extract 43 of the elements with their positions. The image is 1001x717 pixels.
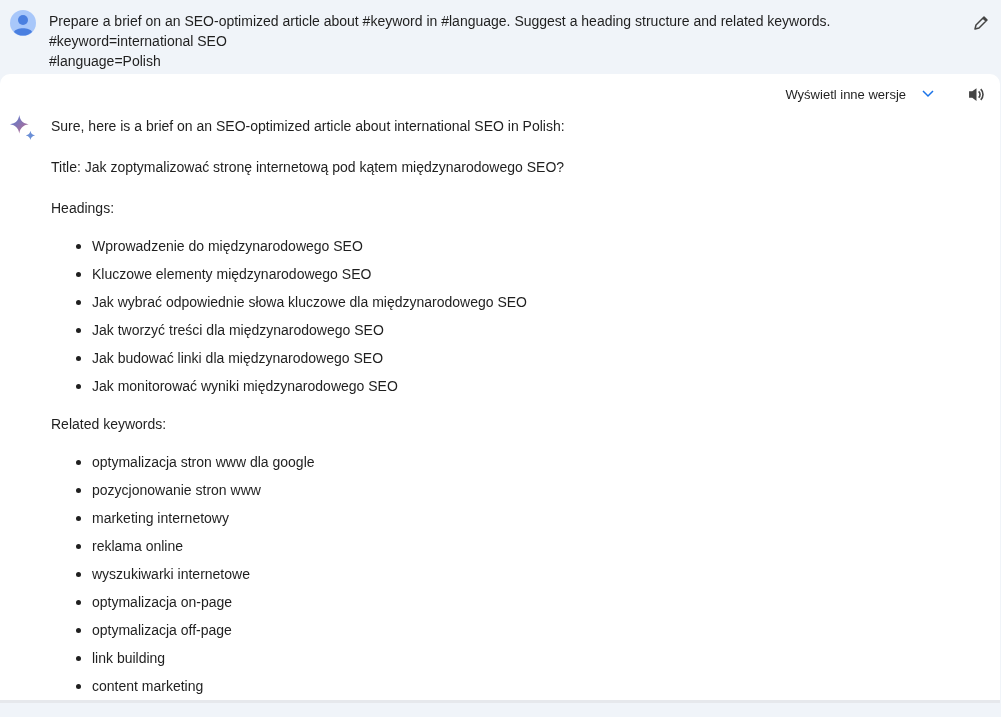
speaker-icon[interactable] <box>968 85 985 103</box>
bullet-icon <box>76 627 81 633</box>
bullet-icon <box>76 571 81 577</box>
bullet-icon <box>76 599 81 605</box>
edit-icon[interactable] <box>973 15 989 31</box>
list-item: content marketing <box>92 678 204 694</box>
list-item: wyszukiwarki internetowe <box>92 566 250 582</box>
list-item: pozycjonowanie stron www <box>92 482 261 498</box>
list-item: optymalizacja off-page <box>92 622 232 638</box>
list-item: Jak wybrać odpowiednie słowa kluczowe dla międzynarodowego SEO <box>92 294 527 310</box>
bullet-icon <box>76 299 81 305</box>
list-item: optymalizacja on-page <box>92 594 233 610</box>
caret-icon <box>922 90 934 98</box>
list-item: Wprowadzenie do międzynarodowego SEO <box>92 238 363 254</box>
prompt-text: #language=Polish <box>49 52 162 71</box>
response-text: Sure, here is a brief on an SEO-optimized article about international SEO in Polish: <box>51 117 566 136</box>
list-item: marketing internetowy <box>92 510 229 526</box>
list-item: Kluczowe elementy międzynarodowego SEO <box>92 266 372 282</box>
section-heading: Headings: <box>51 199 116 218</box>
bullet-icon <box>76 487 81 493</box>
list-item: reklama online <box>92 538 184 554</box>
list-item: link building <box>92 650 166 666</box>
bullet-icon <box>76 355 81 361</box>
bullet-icon <box>76 459 81 465</box>
prompt-text: #keyword=international SEO <box>49 32 228 51</box>
bullet-icon <box>76 327 81 333</box>
bullet-icon <box>76 515 81 521</box>
bullet-icon <box>76 543 81 549</box>
bullet-icon <box>76 655 81 661</box>
list-item: optymalizacja stron www dla google <box>92 454 315 470</box>
title-text: Title: Jak zoptymalizować stronę internetową pod kątem międzynarodowego SEO? <box>51 158 566 177</box>
section-heading: Related keywords: <box>51 415 168 434</box>
bullet-icon <box>76 683 81 689</box>
bullet-icon <box>76 271 81 277</box>
list-item: Jak monitorować wyniki międzynarodowego SEO <box>92 378 398 394</box>
list-item: Jak budować linki dla międzynarodowego SEO <box>92 350 384 366</box>
avatar-icon <box>10 10 36 36</box>
list-item: Jak tworzyć treści dla międzynarodowego SEO <box>92 322 384 338</box>
prompt-text: Prepare a brief on an SEO-optimized article about #keyword in #language. Suggest a heading structure and related keywords. <box>49 12 832 31</box>
bullet-icon <box>76 383 81 389</box>
sparkle-icon <box>10 115 36 141</box>
versions-button[interactable]: Wyświetl inne wersje <box>779 82 940 106</box>
bullet-icon <box>76 243 81 249</box>
